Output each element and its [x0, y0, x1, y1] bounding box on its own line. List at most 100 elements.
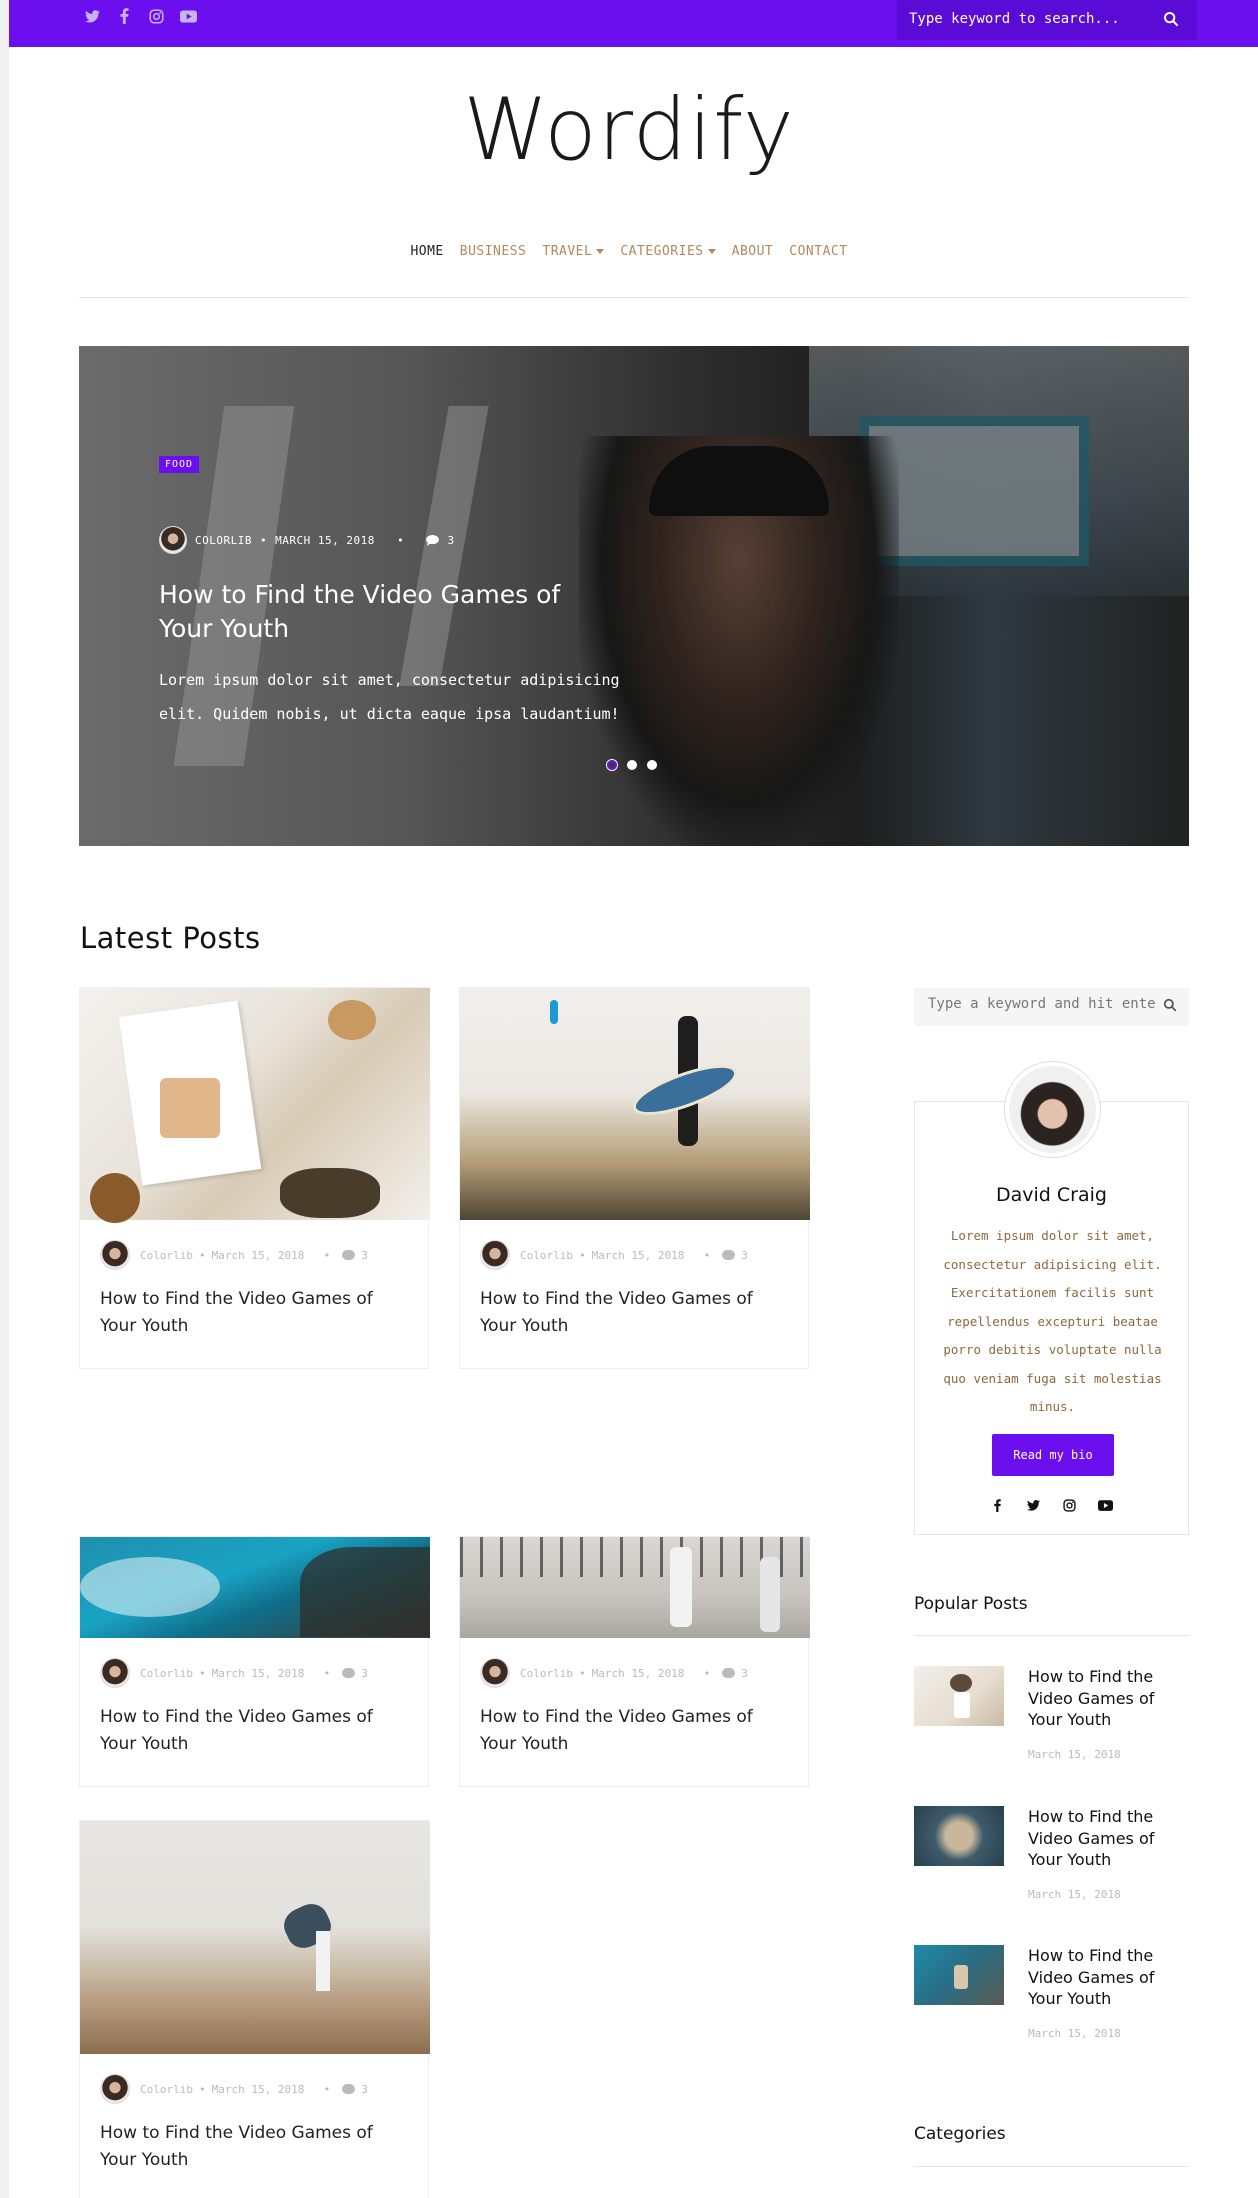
author-name: David Craig	[996, 1184, 1107, 1206]
nav-travel[interactable]: TRAVEL	[542, 244, 605, 259]
author-avatar	[480, 1240, 510, 1270]
read-bio-button[interactable]: Read my bio	[992, 1434, 1114, 1476]
twitter-icon[interactable]	[1025, 1496, 1043, 1514]
nav-home-label: HOME	[410, 244, 444, 259]
popular-post-thumb	[914, 1666, 1004, 1726]
post-title[interactable]: How to Find the Video Games of Your Yout…	[80, 1688, 428, 1786]
author-avatar	[100, 2074, 130, 2104]
post-card[interactable]: Colorlib • March 15, 2018 • 3 How to Find…	[79, 1536, 430, 1787]
popular-post-date: March 15, 2018	[1028, 2027, 1121, 2040]
post-image	[80, 1537, 430, 1638]
comment-icon	[426, 534, 440, 546]
popular-post-title[interactable]: How to Find the Video Games of Your Yout…	[1028, 1945, 1188, 2010]
slider-dot[interactable]	[647, 760, 657, 770]
hero-title[interactable]: How to Find the Video Games of Your Yout…	[159, 578, 589, 646]
nav-business[interactable]: BUSINESS	[460, 244, 527, 259]
sidebar-search-input[interactable]	[928, 996, 1158, 1012]
post-image	[80, 988, 430, 1223]
instagram-icon[interactable]	[147, 7, 165, 25]
popular-post-title[interactable]: How to Find the Video Games of Your Yout…	[1028, 1666, 1188, 1731]
meta-separator: •	[382, 533, 419, 547]
nav-about-label: ABOUT	[731, 244, 774, 259]
instagram-icon[interactable]	[1061, 1496, 1079, 1514]
hero-meta: COLORLIB • MARCH 15, 2018 • 3	[159, 526, 455, 554]
author-photo	[1005, 1062, 1100, 1157]
nav-home[interactable]: HOME	[410, 244, 443, 259]
top-bar	[9, 0, 1258, 47]
popular-post-title[interactable]: How to Find the Video Games of Your Yout…	[1028, 1806, 1188, 1871]
comment-icon	[722, 1250, 736, 1260]
sidebar-search	[914, 988, 1189, 1026]
hero-author: COLORLIB	[195, 533, 252, 547]
left-gutter	[0, 0, 9, 2198]
facebook-icon[interactable]	[989, 1496, 1007, 1514]
nav-about[interactable]: ABOUT	[732, 244, 774, 259]
categories-divider	[914, 2166, 1189, 2167]
nav-categories-label: CATEGORIES	[620, 244, 704, 259]
post-date: March 15, 2018	[211, 1666, 305, 1680]
post-card[interactable]: Colorlib • March 15, 2018 • 3 How to Find…	[459, 987, 810, 1369]
post-author: Colorlib	[520, 1666, 573, 1680]
post-date: March 15, 2018	[211, 2082, 305, 2096]
popular-post-date: March 15, 2018	[1028, 1748, 1121, 1761]
popular-post-thumb	[914, 1806, 1004, 1866]
comment-icon	[722, 1668, 736, 1678]
popular-posts-title: Popular Posts	[914, 1594, 1028, 1614]
post-comment-count: 3	[361, 2082, 368, 2096]
slider-dot[interactable]	[627, 760, 637, 770]
nav-travel-label: TRAVEL	[542, 244, 593, 259]
site-logo[interactable]: Wordify	[0, 80, 1258, 180]
post-card[interactable]: Colorlib • March 15, 2018 • 3 How to Find…	[79, 1820, 430, 2198]
nav-contact[interactable]: CONTACT	[789, 244, 847, 259]
hero-category-badge[interactable]: FOOD	[159, 456, 200, 473]
author-avatar	[100, 1240, 130, 1270]
post-title[interactable]: How to Find the Video Games of Your Yout…	[80, 1270, 428, 1368]
nav-contact-label: CONTACT	[789, 244, 848, 259]
post-meta: Colorlib • March 15, 2018 • 3	[460, 1638, 808, 1688]
post-comment-count: 3	[361, 1666, 368, 1680]
post-card[interactable]: Colorlib • March 15, 2018 • 3 How to Find…	[459, 1536, 810, 1787]
popular-posts-divider	[914, 1635, 1189, 1636]
popular-post[interactable]: How to Find the Video Games of Your Yout…	[914, 1945, 1189, 2055]
post-title[interactable]: How to Find the Video Games of Your Yout…	[80, 2104, 428, 2198]
post-author: Colorlib	[140, 2082, 193, 2096]
post-meta: Colorlib • March 15, 2018 • 3	[460, 1220, 808, 1270]
twitter-icon[interactable]	[83, 7, 101, 25]
latest-posts-title: Latest Posts	[80, 921, 261, 955]
post-meta: Colorlib • March 15, 2018 • 3	[80, 1220, 428, 1270]
caret-down-icon	[707, 249, 716, 254]
post-date: March 15, 2018	[591, 1666, 685, 1680]
caret-down-icon	[596, 249, 605, 254]
slider-dots	[607, 760, 657, 770]
top-search	[897, 0, 1197, 40]
nav-divider	[79, 297, 1189, 298]
hero-slider[interactable]: FOOD COLORLIB • MARCH 15, 2018 • 3 How t…	[79, 346, 1189, 846]
youtube-icon[interactable]	[1097, 1496, 1115, 1514]
comment-icon	[342, 2084, 356, 2094]
youtube-icon[interactable]	[179, 7, 197, 25]
author-avatar	[100, 1658, 130, 1688]
comment-icon	[342, 1668, 356, 1678]
post-comment-count: 3	[741, 1248, 748, 1262]
author-bio-widget: David Craig Lorem ipsum dolor sit amet, …	[914, 1062, 1189, 1535]
search-icon[interactable]	[1163, 11, 1181, 29]
hero-date: MARCH 15, 2018	[275, 533, 375, 547]
post-card[interactable]: Colorlib • March 15, 2018 • 3 How to Find…	[79, 987, 430, 1369]
search-icon[interactable]	[1163, 998, 1177, 1017]
author-avatar	[480, 1658, 510, 1688]
post-meta: Colorlib • March 15, 2018 • 3	[80, 2054, 428, 2104]
categories-title: Categories	[914, 2124, 1006, 2144]
popular-post-date: March 15, 2018	[1028, 1888, 1121, 1901]
popular-post[interactable]: How to Find the Video Games of Your Yout…	[914, 1666, 1189, 1776]
hero-excerpt: Lorem ipsum dolor sit amet, consectetur …	[159, 671, 620, 723]
post-title[interactable]: How to Find the Video Games of Your Yout…	[460, 1270, 808, 1368]
post-comment-count: 3	[361, 1248, 368, 1262]
facebook-icon[interactable]	[115, 7, 133, 25]
slider-dot[interactable]	[607, 760, 617, 770]
top-search-input[interactable]	[909, 7, 1149, 31]
popular-post[interactable]: How to Find the Video Games of Your Yout…	[914, 1806, 1189, 1916]
post-image	[460, 988, 810, 1220]
post-title[interactable]: How to Find the Video Games of Your Yout…	[460, 1688, 808, 1786]
hero-comment-count: 3	[447, 533, 455, 547]
nav-categories[interactable]: CATEGORIES	[620, 244, 716, 259]
